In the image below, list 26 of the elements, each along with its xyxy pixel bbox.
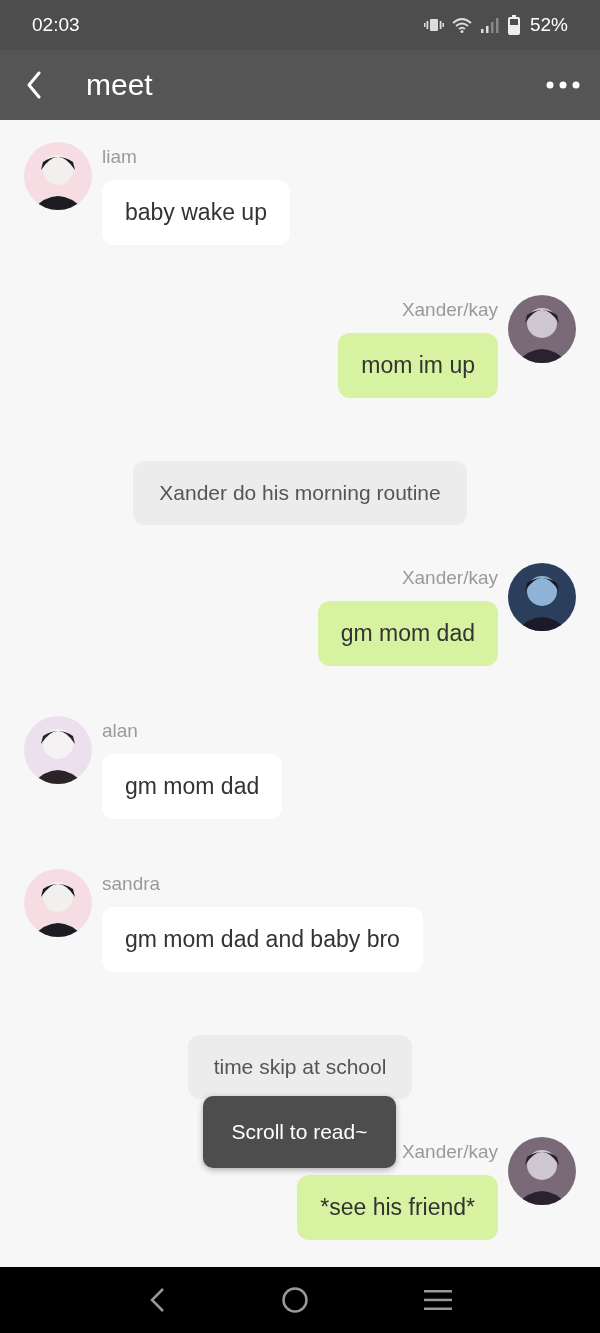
message-bubble: gm mom dad	[102, 754, 283, 819]
battery-percent: 52%	[529, 14, 568, 36]
message-bubble: gm mom dad	[317, 601, 498, 666]
vibrate-icon	[423, 18, 444, 32]
sender-name: Xander/kay	[401, 299, 498, 321]
wifi-icon	[451, 17, 472, 33]
message-bubble: gm mom dad and baby bro	[102, 907, 423, 972]
sender-name: sandra	[102, 873, 161, 895]
menu-icon[interactable]	[424, 1289, 453, 1311]
home-icon[interactable]	[281, 1286, 309, 1314]
back-icon[interactable]	[26, 71, 42, 99]
more-icon[interactable]	[546, 81, 580, 89]
message-bubble: *see his friend*	[297, 1175, 498, 1240]
narration-bubble: time skip at school	[187, 1035, 413, 1099]
status-time: 02:03	[32, 14, 80, 36]
sender-name: liam	[102, 146, 137, 168]
sender-name: alan	[102, 720, 138, 742]
sender-name: Xander/kay	[401, 1141, 498, 1163]
chat-title: meet	[86, 68, 154, 102]
toast: Scroll to read~	[203, 1096, 396, 1168]
sender-name: Xander/kay	[401, 567, 498, 589]
narration-bubble: Xander do his morning routine	[133, 461, 467, 525]
message-bubble: baby wake up	[102, 180, 290, 245]
battery-icon	[507, 15, 520, 35]
message-bubble: mom im up	[338, 333, 498, 398]
signal-icon	[479, 17, 500, 33]
